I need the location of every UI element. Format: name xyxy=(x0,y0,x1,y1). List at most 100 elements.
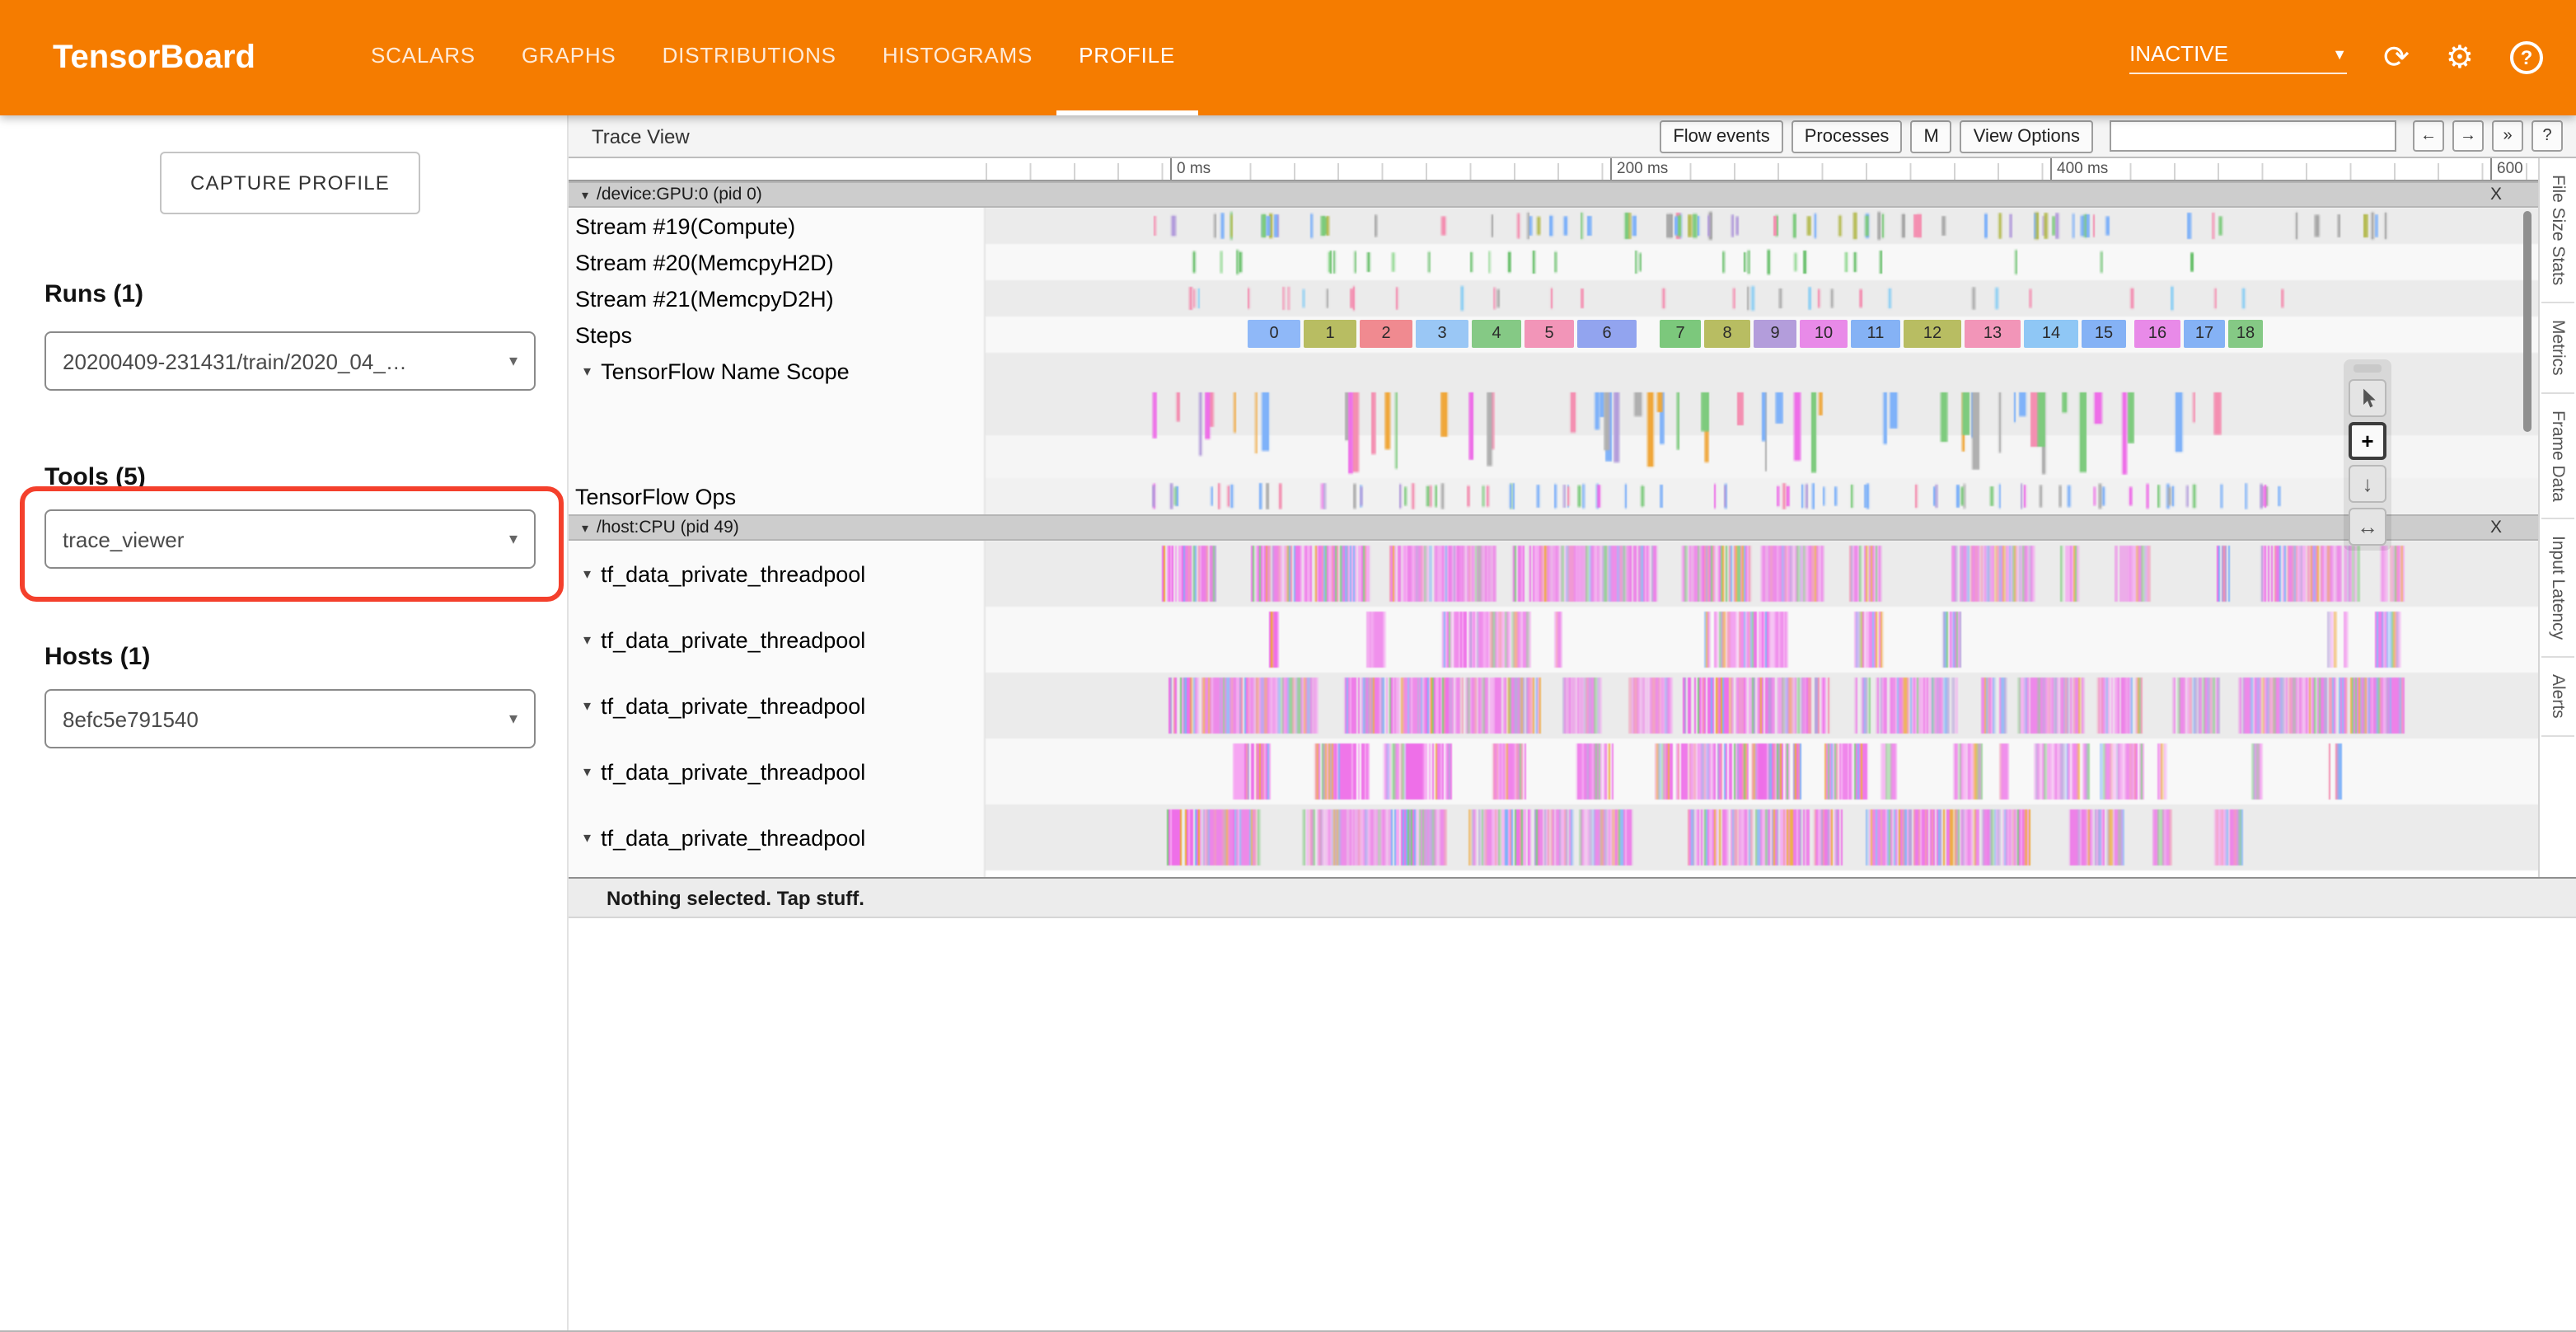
hosts-value: 8efc5e791540 xyxy=(63,706,199,731)
step-block[interactable]: 0 xyxy=(1248,320,1300,348)
step-block[interactable]: 17 xyxy=(2184,320,2225,348)
ruler-tick-label: 400 ms xyxy=(2050,158,2108,180)
side-tab-frame-data[interactable]: Frame Data xyxy=(2541,394,2574,520)
track-label: Stream #21(MemcpyD2H) xyxy=(569,280,986,317)
step-block[interactable]: 8 xyxy=(1704,320,1750,348)
track-label: Stream #20(MemcpyH2D) xyxy=(569,244,986,280)
capture-profile-button[interactable]: CAPTURE PROFILE xyxy=(160,152,420,214)
tab-histograms[interactable]: HISTOGRAMS xyxy=(859,0,1056,115)
analysis-tab-strip: File Size StatsMetricsFrame DataInput La… xyxy=(2538,158,2576,877)
tools-heading: Tools (5) xyxy=(44,463,146,491)
nav-jump-button[interactable]: » xyxy=(2492,120,2523,152)
collapse-arrow-icon: ▾ xyxy=(583,696,591,715)
tab-profile[interactable]: PROFILE xyxy=(1056,0,1198,115)
track-label[interactable]: ▾TensorFlow Name Scope xyxy=(569,353,986,389)
step-block[interactable]: 7 xyxy=(1660,320,1701,348)
track-name: Stream #20(MemcpyH2D) xyxy=(575,250,834,274)
chevron-down-icon: ▾ xyxy=(509,710,518,728)
collapse-arrow-icon: ▾ xyxy=(583,762,591,781)
collapse-arrow-icon: ▾ xyxy=(583,631,591,649)
track-name: Stream #21(MemcpyD2H) xyxy=(575,286,834,311)
track-label: TensorFlow Ops xyxy=(569,478,986,514)
nav-tabs: SCALARSGRAPHSDISTRIBUTIONSHISTOGRAMSPROF… xyxy=(348,0,1198,115)
step-block[interactable]: 15 xyxy=(2082,320,2126,348)
step-block[interactable]: 1 xyxy=(1304,320,1356,348)
step-block[interactable]: 13 xyxy=(1965,320,2021,348)
process-title: /host:CPU (pid 49) xyxy=(597,518,739,537)
side-tab-input-latency[interactable]: Input Latency xyxy=(2541,520,2574,659)
refresh-icon[interactable]: ⟳ xyxy=(2383,42,2410,73)
pan-tool-button[interactable]: ↓ xyxy=(2349,465,2386,503)
step-block[interactable]: 14 xyxy=(2024,320,2078,348)
app-title: TensorBoard xyxy=(53,39,255,77)
hosts-dropdown[interactable]: 8efc5e791540 ▾ xyxy=(44,689,536,748)
chevron-down-icon: ▼ xyxy=(2332,45,2347,62)
ruler-tick-label: 0 ms xyxy=(1170,158,1211,180)
zoom-tool-button[interactable]: + xyxy=(2349,422,2386,460)
tools-dropdown[interactable]: trace_viewer ▾ xyxy=(44,509,536,569)
step-block[interactable]: 12 xyxy=(1904,320,1961,348)
side-tab-metrics[interactable]: Metrics xyxy=(2541,303,2574,394)
horizontal-arrow-icon: ↔ xyxy=(2357,514,2378,539)
toolbar-button-processes[interactable]: Processes xyxy=(1791,120,1903,152)
help-icon[interactable]: ? xyxy=(2510,41,2543,74)
step-block[interactable]: 18 xyxy=(2228,320,2263,348)
track-name: TensorFlow Ops xyxy=(575,484,736,509)
track-label[interactable]: ▾tf_data_private_threadpool xyxy=(569,804,986,870)
trace-nav-buttons: ←→»? xyxy=(2413,120,2563,152)
toolbar-button-m[interactable]: M xyxy=(1910,120,1951,152)
vertical-scrollbar-thumb[interactable] xyxy=(2523,211,2532,432)
ruler-tick-label: 600 xyxy=(2490,158,2523,180)
step-block[interactable]: 5 xyxy=(1525,320,1574,348)
step-block[interactable]: 3 xyxy=(1416,320,1468,348)
nav-back-button[interactable]: ← xyxy=(2413,120,2444,152)
chevron-down-icon: ▾ xyxy=(509,352,518,370)
status-label: INACTIVE xyxy=(2129,41,2228,66)
step-block[interactable]: 11 xyxy=(1851,320,1900,348)
runs-dropdown[interactable]: 20200409-231431/train/2020_04_… ▾ xyxy=(44,331,536,391)
toolbar-button-view-options[interactable]: View Options xyxy=(1960,120,2093,152)
track-name: tf_data_private_threadpool xyxy=(601,561,865,586)
close-button[interactable]: X xyxy=(2490,183,2502,206)
track-label[interactable]: ▾tf_data_private_threadpool xyxy=(569,673,986,739)
collapse-arrow-icon: ▾ xyxy=(582,520,588,535)
tab-scalars[interactable]: SCALARS xyxy=(348,0,499,115)
detail-panel: Nothing selected. Tap stuff. xyxy=(569,877,2576,1332)
side-tab-alerts[interactable]: Alerts xyxy=(2541,659,2574,738)
track-label[interactable]: ▾ tf_data_private_threadpool xyxy=(569,739,986,804)
track-name: tf_data_private_threadpool xyxy=(601,759,865,784)
track-label[interactable]: ▾tf_data_private_threadpool xyxy=(569,607,986,673)
select-tool-button[interactable] xyxy=(2349,379,2386,417)
process-header[interactable]: ▾ /host:CPU (pid 49) X xyxy=(569,514,2538,541)
toolbar-button-flow-events[interactable]: Flow events xyxy=(1660,120,1782,152)
plus-icon: + xyxy=(2361,429,2373,453)
step-block[interactable]: 6 xyxy=(1577,320,1637,348)
topbar: TensorBoard SCALARSGRAPHSDISTRIBUTIONSHI… xyxy=(0,0,2576,115)
process-header[interactable]: ▾/device:GPU:0 (pid 0)X xyxy=(569,181,2538,208)
close-button[interactable]: X xyxy=(2490,516,2502,539)
tab-distributions[interactable]: DISTRIBUTIONS xyxy=(639,0,859,115)
tab-graphs[interactable]: GRAPHS xyxy=(499,0,639,115)
side-tab-file-size-stats[interactable]: File Size Stats xyxy=(2541,158,2574,303)
status-text: Nothing selected. Tap stuff. xyxy=(607,886,864,909)
nav-forward-button[interactable]: → xyxy=(2452,120,2484,152)
hosts-heading: Hosts (1) xyxy=(44,643,150,671)
step-block[interactable]: 10 xyxy=(1800,320,1848,348)
track-label: Steps xyxy=(569,317,986,353)
trace-tool-palette: + ↓ ↔ xyxy=(2344,359,2391,551)
palette-handle[interactable] xyxy=(2354,364,2382,373)
step-block[interactable]: 16 xyxy=(2134,320,2180,348)
settings-gear-icon[interactable]: ⚙ xyxy=(2446,42,2474,73)
status-dropdown[interactable]: INACTIVE ▼ xyxy=(2129,41,2347,74)
collapse-arrow-icon: ▾ xyxy=(583,362,591,380)
trace-search-input[interactable] xyxy=(2110,120,2396,152)
step-block[interactable]: 9 xyxy=(1754,320,1796,348)
timeline-ruler[interactable]: 0 ms200 ms400 ms600 xyxy=(569,158,2538,181)
step-block[interactable]: 2 xyxy=(1360,320,1412,348)
track-label[interactable]: ▾tf_data_private_threadpool xyxy=(569,541,986,607)
down-arrow-icon: ↓ xyxy=(2363,471,2373,496)
nav-help-button[interactable]: ? xyxy=(2532,120,2563,152)
step-block[interactable]: 4 xyxy=(1472,320,1521,348)
track-label: Stream #19(Compute) xyxy=(569,208,986,244)
timing-tool-button[interactable]: ↔ xyxy=(2349,508,2386,546)
